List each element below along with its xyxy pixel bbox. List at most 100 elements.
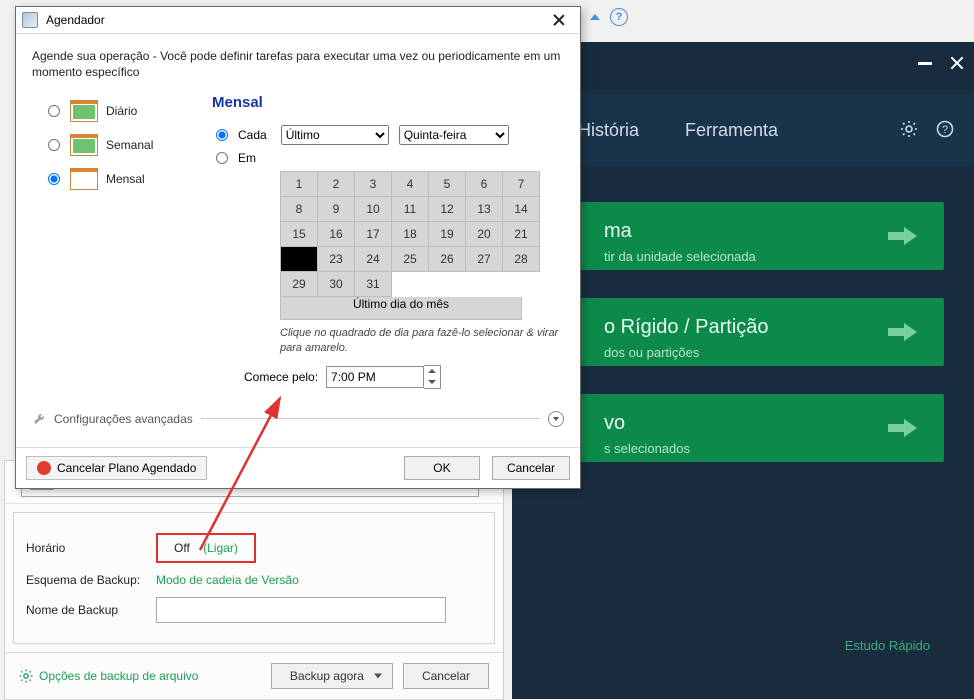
day-cell[interactable]: 19 — [429, 222, 466, 247]
gear-icon — [19, 669, 33, 683]
day-cell[interactable]: 17 — [355, 222, 392, 247]
panel-system-backup[interactable]: ma tir da unidade selecionada — [532, 202, 944, 270]
quick-tutorial-link[interactable]: Estudo Rápido — [845, 638, 930, 653]
chevron-down-icon — [553, 417, 559, 421]
arrow-right-icon — [888, 226, 918, 246]
day-cell[interactable]: 25 — [392, 247, 429, 272]
day-cell[interactable]: 23 — [318, 247, 355, 272]
radio-each-label: Cada — [238, 128, 267, 142]
calendar-daily-icon — [70, 100, 98, 122]
chevron-up-icon[interactable] — [590, 14, 600, 20]
day-cell[interactable]: 8 — [281, 197, 318, 222]
calendar-weekly-icon — [70, 134, 98, 156]
cancel-scheduled-plan-button[interactable]: Cancelar Plano Agendado — [26, 456, 207, 480]
select-weekday[interactable]: Quinta-feira — [399, 125, 509, 145]
day-cell[interactable]: 20 — [466, 222, 503, 247]
schedule-status-box: Off (Ligar) — [156, 533, 256, 563]
panel-disk-partition-backup[interactable]: o Rígido / Partição dos ou partições — [532, 298, 944, 366]
backup-name-label: Nome de Backup — [26, 603, 156, 617]
day-cell[interactable]: 12 — [429, 197, 466, 222]
ok-button[interactable]: OK — [404, 456, 480, 480]
radio-monthly[interactable] — [48, 173, 60, 185]
radio-monthly-label: Mensal — [106, 172, 145, 186]
day-cell[interactable]: 27 — [466, 247, 503, 272]
day-cell[interactable]: 1 — [281, 172, 318, 197]
radio-weekly-label: Semanal — [106, 138, 153, 152]
calendar-monthly-icon — [70, 168, 98, 190]
stop-icon — [37, 461, 51, 475]
radio-each[interactable] — [216, 129, 228, 141]
last-day-row[interactable]: Último dia do mês — [280, 297, 522, 320]
radio-daily-label: Diário — [106, 104, 137, 118]
scheme-label: Esquema de Backup: — [26, 573, 156, 587]
monthly-heading: Mensal — [212, 94, 564, 111]
day-cell[interactable]: 31 — [355, 272, 392, 297]
panel-title: o Rígido / Partição — [604, 316, 924, 339]
start-time-label: Comece pelo: — [244, 370, 318, 384]
day-cell[interactable]: 29 — [281, 272, 318, 297]
backup-name-field[interactable] — [156, 597, 446, 623]
day-cell[interactable]: 6 — [466, 172, 503, 197]
dialog-close-button[interactable] — [544, 10, 574, 30]
day-cell[interactable]: 7 — [503, 172, 540, 197]
radio-daily[interactable] — [48, 105, 60, 117]
radio-on[interactable] — [216, 152, 228, 164]
schedule-enable-link[interactable]: (Ligar) — [203, 541, 238, 555]
spinner-down-icon — [428, 380, 436, 384]
app-icon — [22, 12, 38, 28]
schedule-label: Horário — [26, 541, 156, 555]
day-cell[interactable]: 14 — [503, 197, 540, 222]
day-cell[interactable]: 15 — [281, 222, 318, 247]
dialog-cancel-button[interactable]: Cancelar — [492, 456, 570, 480]
day-cell[interactable]: 26 — [429, 247, 466, 272]
day-cell[interactable]: 24 — [355, 247, 392, 272]
schedule-off-text: Off — [174, 541, 190, 555]
dialog-intro-text: Agende sua operação - Você pode definir … — [32, 48, 564, 80]
backup-now-button[interactable]: Backup agora — [271, 663, 393, 689]
settings-gear-icon[interactable] — [900, 120, 918, 138]
radio-on-label: Em — [238, 151, 256, 165]
panel-subtitle: tir da unidade selecionada — [604, 249, 924, 264]
day-hint-text: Clique no quadrado de dia para fazê-lo s… — [280, 326, 564, 355]
panel-file-backup[interactable]: vo s selecionados — [532, 394, 944, 462]
arrow-right-icon — [888, 322, 918, 342]
file-backup-options-link[interactable]: Opções de backup de arquivo — [39, 669, 198, 683]
menu-history[interactable]: História — [578, 120, 639, 141]
day-cell[interactable]: 11 — [392, 197, 429, 222]
day-cell[interactable]: 13 — [466, 197, 503, 222]
help-icon[interactable]: ? — [610, 8, 628, 26]
menu-ferramenta[interactable]: Ferramenta — [685, 120, 778, 141]
main-app-window: História Ferramenta ? ma tir da unidade … — [512, 42, 974, 699]
day-cell[interactable]: 21 — [503, 222, 540, 247]
day-cell[interactable]: 5 — [429, 172, 466, 197]
day-cell[interactable]: 18 — [392, 222, 429, 247]
spinner-up-icon — [428, 369, 436, 373]
cancel-plan-label: Cancelar Plano Agendado — [57, 461, 196, 475]
help-circle-icon[interactable]: ? — [936, 120, 954, 138]
day-grid: 1234567891011121314151617181920212324252… — [280, 171, 540, 297]
dialog-titlebar[interactable]: Agendador — [16, 7, 580, 34]
day-cell[interactable]: 28 — [503, 247, 540, 272]
start-time-field[interactable] — [326, 366, 424, 388]
day-cell[interactable] — [281, 247, 318, 272]
close-button[interactable] — [948, 56, 966, 70]
day-cell[interactable]: 3 — [355, 172, 392, 197]
select-week-position[interactable]: Último — [281, 125, 389, 145]
minimize-button[interactable] — [916, 56, 934, 70]
cancel-button[interactable]: Cancelar — [403, 663, 489, 689]
day-cell[interactable]: 30 — [318, 272, 355, 297]
day-cell[interactable]: 4 — [392, 172, 429, 197]
day-cell[interactable]: 10 — [355, 197, 392, 222]
scheme-value-link[interactable]: Modo de cadeia de Versão — [156, 573, 299, 587]
arrow-right-icon — [888, 418, 918, 438]
day-cell[interactable]: 9 — [318, 197, 355, 222]
day-cell[interactable]: 16 — [318, 222, 355, 247]
panel-subtitle: dos ou partições — [604, 345, 924, 360]
expand-advanced-icon[interactable] — [548, 411, 564, 427]
panel-title: ma — [604, 220, 924, 243]
advanced-settings-label[interactable]: Configurações avançadas — [54, 412, 193, 426]
time-spinner[interactable] — [424, 365, 441, 389]
wrench-icon — [32, 412, 46, 426]
day-cell[interactable]: 2 — [318, 172, 355, 197]
radio-weekly[interactable] — [48, 139, 60, 151]
